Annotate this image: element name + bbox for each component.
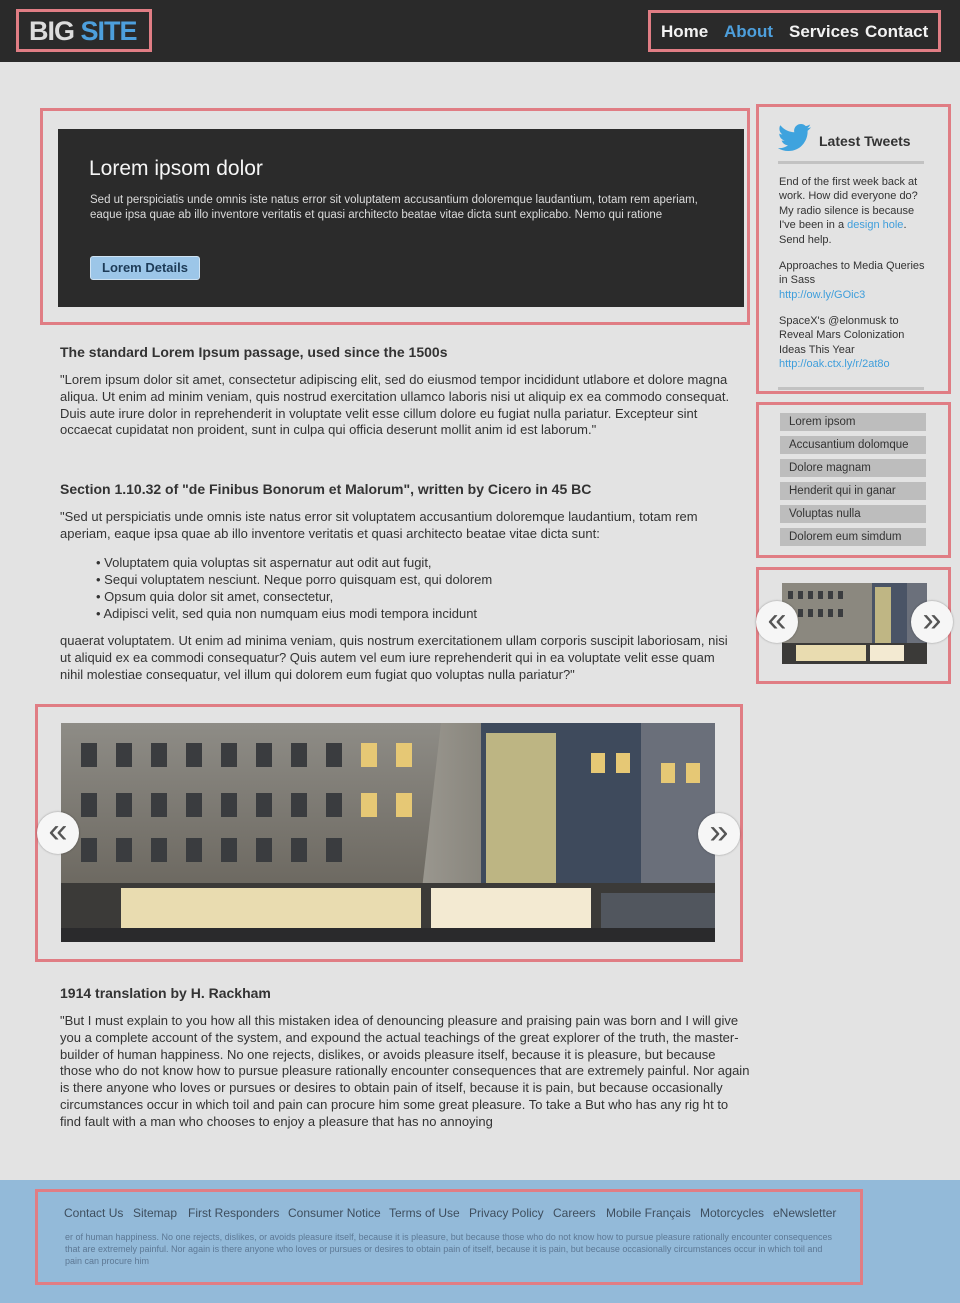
slider-image: [61, 723, 715, 942]
footer-link-consumer-notice[interactable]: Consumer Notice: [288, 1206, 381, 1220]
tweets-title: Latest Tweets: [819, 133, 911, 149]
tweet-link[interactable]: http://ow.ly/GOic3: [779, 289, 865, 301]
section-paragraph-1: "Lorem ipsum dolor sit amet, consectetur…: [60, 372, 730, 438]
section-heading-2: Section 1.10.32 of "de Finibus Bonorum e…: [60, 481, 592, 497]
footer-link-terms-of-use[interactable]: Terms of Use: [389, 1206, 460, 1220]
sidebar-list-item[interactable]: Dolorem eum simdum: [780, 528, 926, 546]
section-heading-1: The standard Lorem Ipsum passage, used s…: [60, 344, 448, 360]
tweet-text: SpaceX's @elonmusk to Reveal Mars Coloni…: [779, 315, 905, 356]
sidebar-list-item[interactable]: Lorem ipsom: [780, 413, 926, 431]
footer-link-careers[interactable]: Careers: [553, 1206, 596, 1220]
footer-link-enewsletter[interactable]: eNewsletter: [773, 1206, 836, 1220]
footer-link-sitemap[interactable]: Sitemap: [133, 1206, 177, 1220]
slider-prev-arrow-icon[interactable]: «: [37, 812, 79, 854]
hero-title: Lorem ipsom dolor: [89, 157, 263, 180]
site-logo[interactable]: BIG SITE: [29, 14, 138, 48]
footer-link-first-responders[interactable]: First Responders: [188, 1206, 279, 1220]
list-item: Adipisci velit, sed quia non numquam eiu…: [96, 605, 736, 622]
tweet-link[interactable]: design hole: [847, 219, 903, 231]
footer-link-contact-us[interactable]: Contact Us: [64, 1206, 123, 1220]
footer-link-mobile-francais[interactable]: Mobile Français: [606, 1206, 691, 1220]
list-item: Sequi voluptatem nesciunt. Neque porro q…: [96, 571, 736, 588]
mini-slider-next-arrow-icon[interactable]: »: [911, 601, 953, 643]
tweets-divider: [778, 387, 924, 390]
mini-slider-image: [782, 583, 927, 664]
logo-part-big: BIG: [29, 16, 75, 46]
tweet-1: End of the first week back at work. How …: [779, 175, 929, 247]
sidebar-list-item[interactable]: Henderit qui in ganar: [780, 482, 926, 500]
nav-contact[interactable]: Contact: [865, 22, 928, 42]
footer-link-motorcycles[interactable]: Motorcycles: [700, 1206, 764, 1220]
tweet-text: Approaches to Media Queries in Sass: [779, 260, 925, 287]
slider-next-arrow-icon[interactable]: »: [698, 813, 740, 855]
section-paragraph-3: quaerat voluptatem. Ut enim ad minima ve…: [60, 633, 728, 682]
nav-services[interactable]: Services: [789, 22, 859, 42]
list-item: Voluptatem quia voluptas sit aspernatur …: [96, 554, 736, 571]
hero-text: Sed ut perspiciatis unde omnis iste natu…: [90, 194, 698, 221]
mini-slider-prev-arrow-icon[interactable]: «: [756, 601, 798, 643]
tweet-link[interactable]: http://oak.ctx.ly/r/2at8o: [779, 358, 890, 370]
section-heading-3: 1914 translation by H. Rackham: [60, 985, 271, 1001]
footer-link-privacy-policy[interactable]: Privacy Policy: [469, 1206, 544, 1220]
tweet-3: SpaceX's @elonmusk to Reveal Mars Coloni…: [779, 314, 929, 372]
tweet-2: Approaches to Media Queries in Sass http…: [779, 259, 929, 302]
building-thumbnail: [782, 583, 927, 664]
bullet-list: Voluptatem quia voluptas sit aspernatur …: [96, 554, 736, 622]
section-paragraph-2: "Sed ut perspiciatis unde omnis iste nat…: [60, 509, 698, 541]
list-item: Opsum quia dolor sit amet, consectetur,: [96, 588, 736, 605]
section-paragraph-4: "But I must explain to you how all this …: [60, 1013, 750, 1129]
building-photo: [61, 723, 715, 942]
tweets-divider: [778, 161, 924, 164]
nav-home[interactable]: Home: [661, 22, 708, 42]
logo-part-site: SITE: [80, 16, 138, 46]
lorem-details-button[interactable]: Lorem Details: [90, 256, 200, 280]
sidebar-list-item[interactable]: Voluptas nulla: [780, 505, 926, 523]
sidebar-list-item[interactable]: Dolore magnam: [780, 459, 926, 477]
twitter-bird-icon: [777, 124, 812, 152]
footer-text: er of human happiness. No one rejects, d…: [65, 1232, 832, 1266]
nav-about[interactable]: About: [724, 22, 773, 42]
sidebar-list-item[interactable]: Accusantium dolomque: [780, 436, 926, 454]
